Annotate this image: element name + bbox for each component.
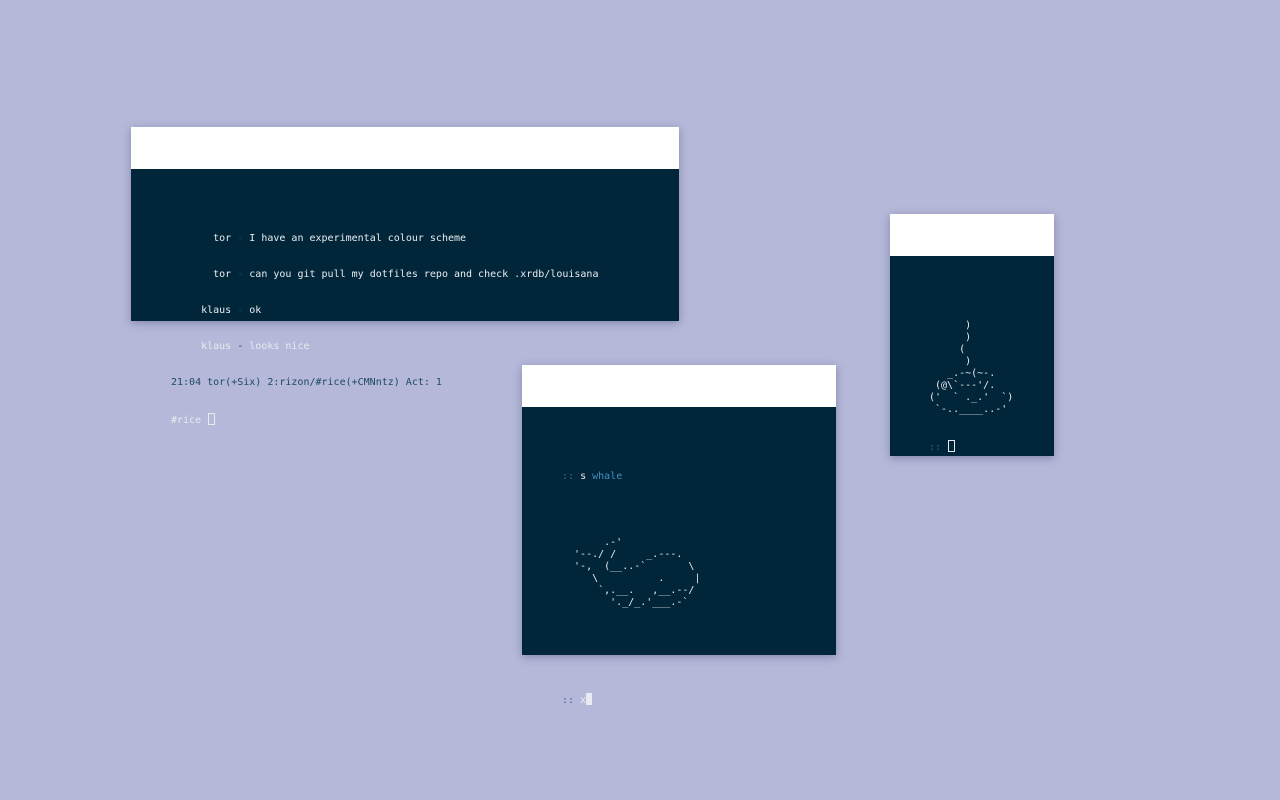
whale-terminal-window[interactable]: :: s whale .-' '--./ / _.---. '-, (__..-…: [522, 365, 836, 706]
command-name: s: [580, 471, 587, 482]
text-cursor: [948, 440, 956, 452]
prompt-symbol: ::: [562, 471, 581, 482]
whale-window-titlebar[interactable]: [522, 365, 836, 407]
irc-terminal-window[interactable]: tor - I have an experimental colour sche…: [131, 127, 679, 426]
text-cursor: [208, 413, 216, 425]
coffee-terminal-content: ) ) ( ) _.-~(~-. (@\`---'/. (' ` ._.' `)…: [929, 296, 1013, 478]
text-cursor: [586, 693, 593, 705]
message-separator: -: [231, 341, 250, 352]
coffee-window-titlebar[interactable]: [890, 214, 1054, 256]
message-text: looks nice: [249, 341, 310, 352]
message-text: can you git pull my dotfiles repo and ch…: [249, 269, 599, 280]
coffee-terminal-window[interactable]: ) ) ( ) _.-~(~-. (@\`---'/. (' ` ._.' `)…: [890, 214, 1054, 456]
irc-message-row: klaus - looks nice: [171, 341, 598, 353]
prompt-symbol: ::: [929, 442, 948, 453]
message-separator: -: [231, 233, 250, 244]
message-separator: -: [231, 305, 250, 316]
message-separator: -: [231, 269, 250, 280]
irc-input-prompt: #rice: [171, 415, 208, 426]
message-nick: tor: [171, 233, 232, 244]
message-text: ok: [249, 305, 262, 316]
irc-message-row: klaus - ok: [171, 305, 598, 317]
prompt-symbol: ::: [562, 695, 581, 706]
whale-terminal-content: :: s whale .-' '--./ / _.---. '-, (__..-…: [562, 447, 700, 731]
message-text: I have an experimental colour scheme: [249, 233, 467, 244]
coffee-cup-ascii-art: ) ) ( ) _.-~(~-. (@\`---'/. (' ` ._.' `)…: [929, 320, 1014, 415]
irc-message-row: tor - can you git pull my dotfiles repo …: [171, 269, 598, 281]
command-line: :: s whale: [562, 471, 700, 483]
irc-message-row: tor - I have an experimental colour sche…: [171, 233, 598, 245]
input-line[interactable]: :: x: [562, 693, 700, 707]
irc-window-titlebar[interactable]: [131, 127, 679, 169]
input-line[interactable]: ::: [929, 440, 1013, 454]
whale-ascii-art: .-' '--./ / _.---. '-, (__..-` \ \ . | `…: [574, 537, 701, 608]
message-nick: tor: [171, 269, 232, 280]
message-nick: klaus: [171, 305, 232, 316]
command-argument: whale: [592, 471, 623, 482]
message-nick: klaus: [171, 341, 232, 352]
